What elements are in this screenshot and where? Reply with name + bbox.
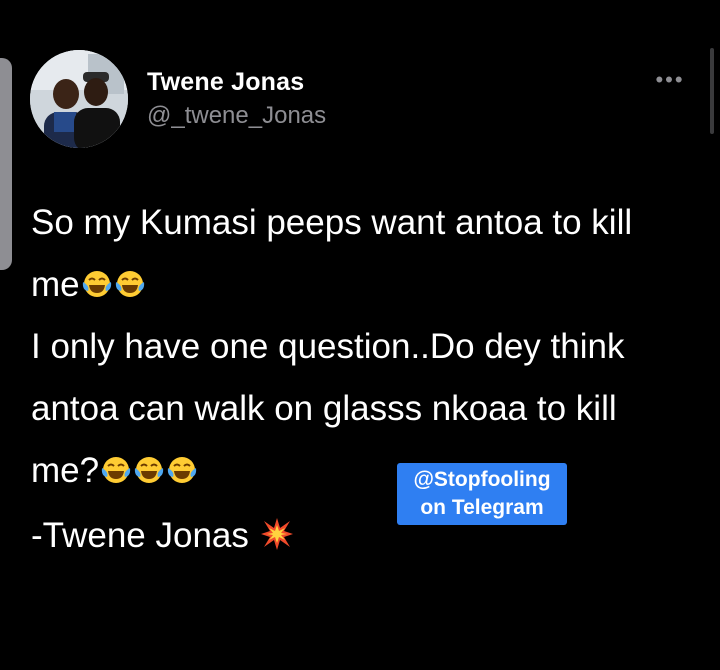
tweet-line-text: me? <box>31 451 100 490</box>
screen-edge-left <box>0 58 12 270</box>
tweet-line: I only have one question..Do dey think <box>31 316 701 378</box>
scrollbar[interactable] <box>710 48 714 134</box>
face-with-tears-of-joy-emoji <box>114 268 146 300</box>
face-with-tears-of-joy-emoji <box>100 454 132 486</box>
face-with-tears-of-joy-emoji <box>81 268 113 300</box>
more-horizontal-icon: ••• <box>655 67 685 92</box>
avatar[interactable] <box>30 50 128 148</box>
signature-text: -Twene Jonas <box>31 516 249 555</box>
watermark-line1: @Stopfooling <box>413 468 551 491</box>
tweet-line-text: I only have one question..Do dey think <box>31 327 625 366</box>
telegram-watermark: @Stopfooling on Telegram <box>397 463 567 525</box>
face-with-tears-of-joy-emoji <box>133 454 165 486</box>
author-handle[interactable]: @_twene_Jonas <box>147 102 326 130</box>
tweet-line-text: So my Kumasi peeps want antoa to kill <box>31 203 633 242</box>
collision-emoji <box>260 517 294 551</box>
more-options-button[interactable]: ••• <box>650 68 690 92</box>
tweet-line: me <box>31 254 701 316</box>
tweet-line-text: antoa can walk on glasss nkoaa to kill <box>31 389 617 428</box>
tweet-line: antoa can walk on glasss nkoaa to kill <box>31 378 701 440</box>
face-with-tears-of-joy-emoji <box>166 454 198 486</box>
author-display-name[interactable]: Twene Jonas <box>147 68 304 97</box>
tweet-signature: -Twene Jonas <box>31 505 294 567</box>
tweet-line-text: me <box>31 265 80 304</box>
tweet-text: So my Kumasi peeps want antoa to kill me… <box>31 192 701 502</box>
watermark-line2: on Telegram <box>420 496 544 519</box>
tweet-line: So my Kumasi peeps want antoa to kill <box>31 192 701 254</box>
tweet-line: me? <box>31 440 701 502</box>
